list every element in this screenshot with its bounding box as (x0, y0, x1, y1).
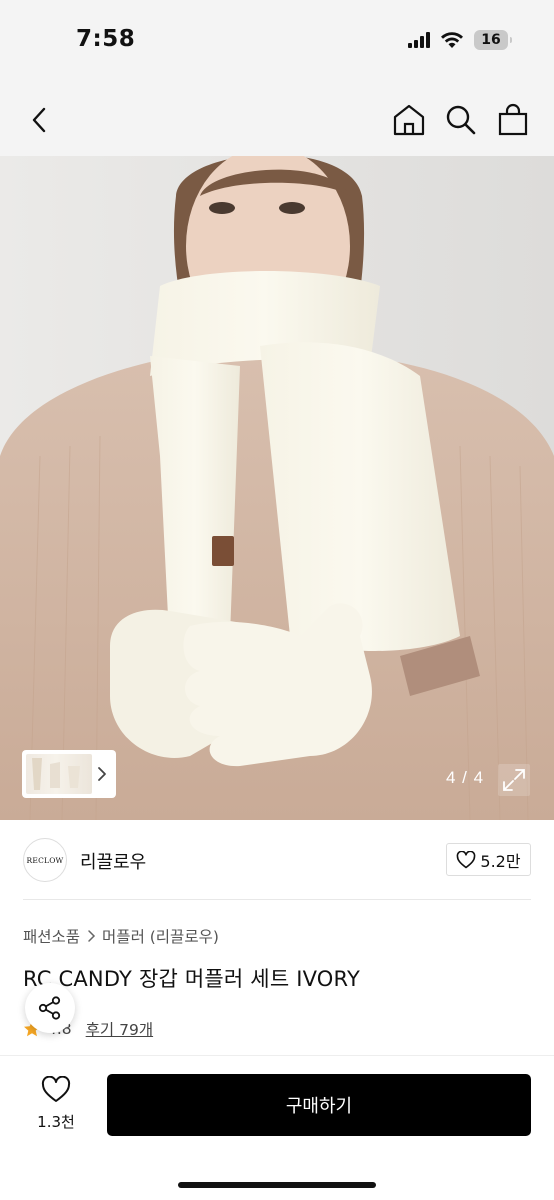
home-icon (393, 104, 425, 136)
heart-icon (41, 1075, 71, 1102)
back-button[interactable] (24, 104, 56, 136)
thumbnail-strip[interactable] (22, 750, 116, 798)
battery-level: 16 (481, 32, 501, 48)
expand-button[interactable] (498, 764, 530, 796)
divider (23, 899, 531, 900)
nav-actions (392, 103, 530, 137)
store-logo[interactable]: RECLOW (23, 838, 67, 882)
store-name[interactable]: 리끌로우 (80, 848, 146, 874)
wifi-icon (441, 32, 463, 48)
shopping-bag-icon (498, 103, 528, 136)
back-icon (32, 107, 46, 133)
buy-button[interactable]: 구매하기 (107, 1074, 531, 1136)
search-button[interactable] (444, 103, 478, 137)
search-icon (446, 105, 476, 135)
store-logo-text: RECLOW (26, 855, 64, 865)
cart-button[interactable] (496, 103, 530, 137)
store-like-count: 5.2만 (480, 851, 521, 871)
status-bar: 7:58 16 (0, 0, 554, 84)
expand-icon (503, 769, 525, 791)
bottom-action-bar: 1.3천 구매하기 (0, 1055, 554, 1200)
wishlist-button[interactable]: 1.3천 (30, 1075, 82, 1132)
chevron-right-icon (98, 767, 106, 781)
breadcrumb: 패션소품 머플러 (리끌로우) (23, 925, 219, 947)
breadcrumb-subcategory[interactable]: 머플러 (리끌로우) (102, 925, 219, 947)
product-photo (0, 156, 554, 820)
wishlist-count: 1.3천 (37, 1113, 75, 1131)
nav-bar (0, 84, 554, 156)
product-title: RC CANDY 장갑 머플러 세트 IVORY (23, 967, 361, 991)
chevron-right-icon (88, 930, 96, 942)
status-icons: 16 (408, 30, 512, 50)
battery-icon: 16 (474, 30, 512, 50)
review-link[interactable]: 후기 79개 (86, 1018, 153, 1040)
product-image-gallery[interactable]: 4 / 4 (0, 156, 554, 820)
page-indicator: 4 / 4 (446, 768, 485, 787)
home-indicator (178, 1182, 376, 1188)
cellular-signal-icon (408, 32, 430, 48)
status-time: 7:58 (76, 26, 136, 52)
share-icon (38, 996, 61, 1020)
heart-icon (457, 850, 476, 868)
breadcrumb-category[interactable]: 패션소품 (23, 925, 80, 947)
home-button[interactable] (392, 103, 426, 137)
share-button[interactable] (25, 983, 75, 1033)
store-like-button[interactable]: 5.2만 (446, 843, 531, 876)
store-row[interactable]: RECLOW 리끌로우 5.2만 (0, 820, 554, 900)
thumbnail-preview (32, 758, 80, 790)
thumbnail-image[interactable] (26, 754, 92, 794)
